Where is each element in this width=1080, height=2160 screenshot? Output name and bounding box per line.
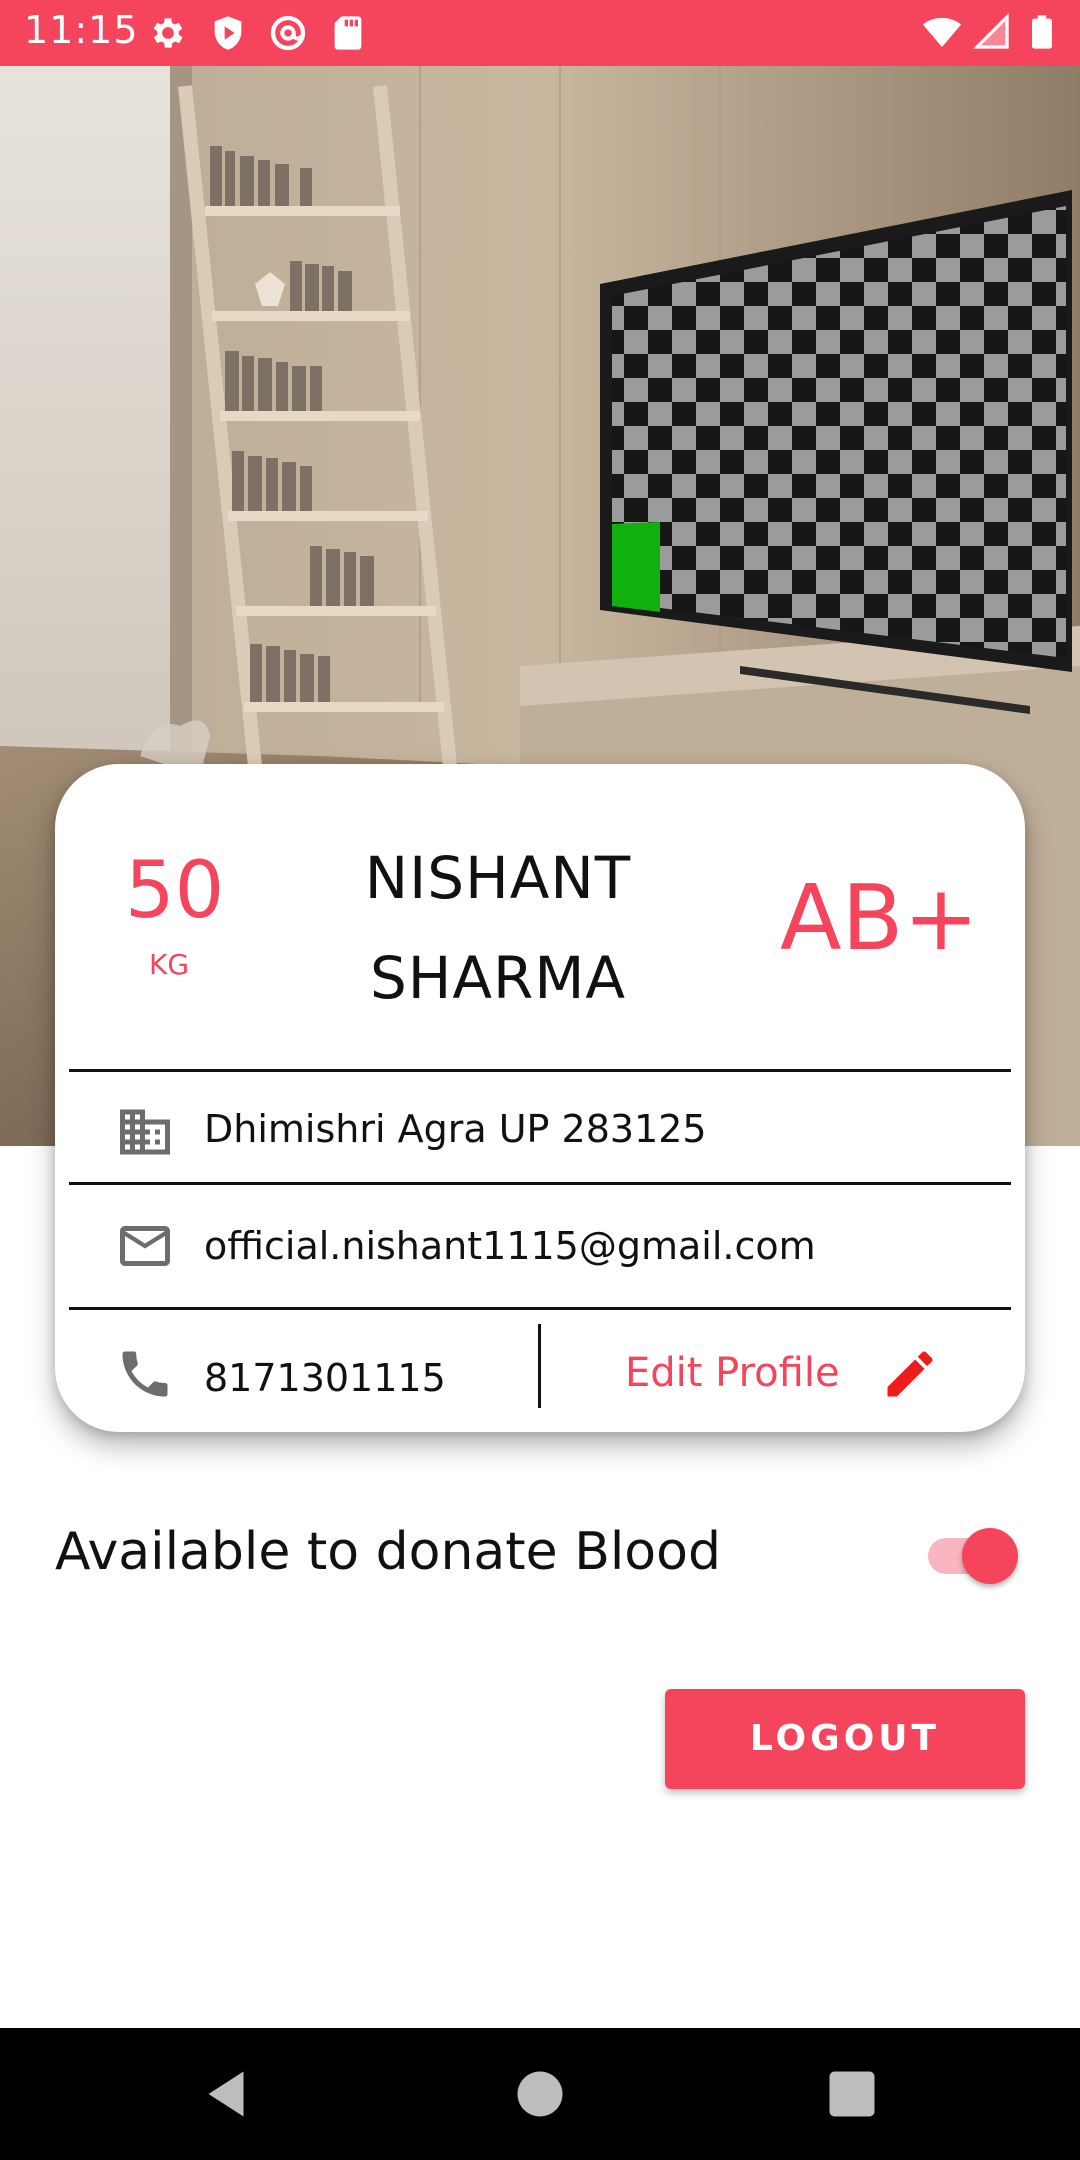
- email-text: official.nishant1115@gmail.com: [204, 1224, 816, 1268]
- sd-card-icon: [334, 16, 362, 50]
- building-icon: [120, 1109, 170, 1155]
- divider: [69, 1182, 1011, 1185]
- donate-availability-label: Available to donate Blood: [55, 1522, 721, 1582]
- back-icon[interactable]: [196, 2064, 256, 2124]
- divider: [69, 1307, 1011, 1310]
- home-icon[interactable]: [510, 2064, 570, 2124]
- edit-profile-button[interactable]: Edit Profile: [625, 1350, 840, 1396]
- donate-availability-toggle[interactable]: [926, 1522, 1018, 1584]
- status-time: 11:15: [24, 8, 139, 52]
- recent-apps-icon[interactable]: [822, 2064, 882, 2124]
- phone-text: 8171301115: [204, 1356, 446, 1400]
- vertical-divider: [538, 1324, 541, 1408]
- pencil-icon[interactable]: [880, 1344, 940, 1404]
- phone-icon: [122, 1351, 168, 1397]
- signal-icon: [972, 12, 1009, 49]
- divider: [69, 1069, 1011, 1072]
- wifi-icon: [922, 17, 962, 47]
- gear-icon: [153, 18, 183, 48]
- last-name: SHARMA: [369, 944, 627, 1012]
- weight-unit: KG: [149, 948, 190, 981]
- navigation-bar: [0, 2028, 1080, 2160]
- mail-icon: [120, 1226, 170, 1266]
- blood-group: AB+: [780, 866, 979, 971]
- status-right-icons: [922, 12, 1062, 52]
- address-text: Dhimishri Agra UP 283125: [204, 1107, 707, 1151]
- shield-icon: [214, 16, 242, 50]
- toggle-thumb: [962, 1528, 1018, 1584]
- profile-card: 50 KG NISHANT SHARMA AB+ Dhimishri Agra …: [55, 764, 1025, 1432]
- status-bar: 11:15: [0, 0, 1080, 66]
- at-sign-icon: [270, 15, 306, 51]
- logout-button[interactable]: LOGOUT: [665, 1689, 1025, 1789]
- status-left-icons: [148, 13, 368, 53]
- first-name: NISHANT: [364, 844, 632, 912]
- battery-icon: [1032, 15, 1052, 49]
